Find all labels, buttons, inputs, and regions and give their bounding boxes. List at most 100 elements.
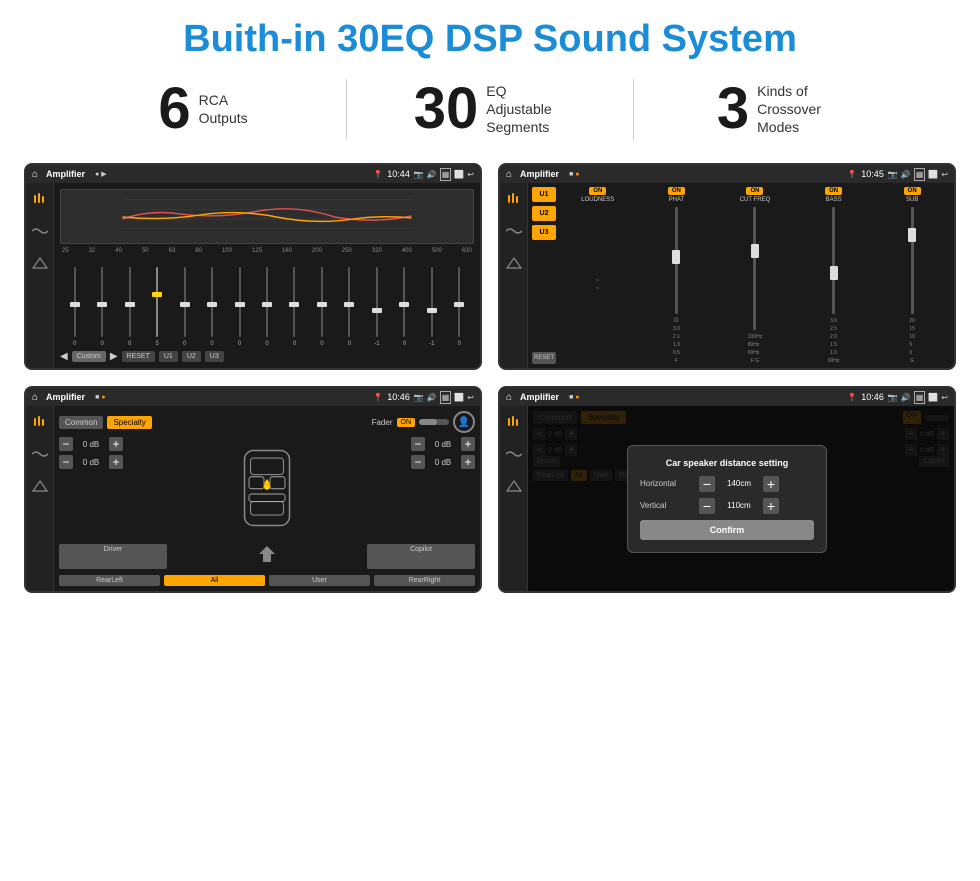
eq-slider-8[interactable]: 0 <box>254 267 279 347</box>
eq-slider-6[interactable]: 0 <box>199 267 224 347</box>
amp-screen-panel: ⌂ Amplifier ■ ● 📍 10:45 📷 🔊 ▦ ⬜ ↩ <box>498 163 956 370</box>
stat-rca-label: RCAOutputs <box>199 91 248 127</box>
cross-specialty-tab[interactable]: Specialty <box>107 416 151 429</box>
cross-home-icon: ⌂ <box>32 392 38 403</box>
stat-rca: 6 RCAOutputs <box>60 80 346 138</box>
cross-camera-icon: 📷 <box>414 393 424 402</box>
eq-next-btn[interactable]: ▶ <box>110 351 118 362</box>
eq-sidebar-icon-1[interactable] <box>30 189 50 209</box>
amp-bass-on[interactable]: ON <box>825 187 842 195</box>
eq-u3-btn[interactable]: U3 <box>205 351 224 362</box>
db-plus-3[interactable]: + <box>461 437 475 451</box>
dialog-sidebar-icon-3[interactable] <box>504 476 524 496</box>
cross-car-diagram <box>145 437 389 538</box>
dialog-sidebar-icon-1[interactable] <box>504 412 524 432</box>
home-icon: ⌂ <box>32 169 38 180</box>
stat-crossover-number: 3 <box>717 80 749 138</box>
cross-common-tab[interactable]: Common <box>59 416 103 429</box>
eq-slider-4[interactable]: 5 <box>144 267 169 347</box>
dialog-sidebar-icon-2[interactable] <box>504 444 524 464</box>
dialog-vertical-minus[interactable]: − <box>699 498 715 514</box>
eq-dots: ● ▶ <box>95 170 107 178</box>
amp-cutfreq-on[interactable]: ON <box>746 187 763 195</box>
eq-u1-btn[interactable]: U1 <box>159 351 178 362</box>
db-value-2: 0 dB <box>77 458 105 467</box>
dialog-time: 10:46 <box>861 392 884 402</box>
stats-row: 6 RCAOutputs 30 EQ AdjustableSegments 3 … <box>0 71 980 155</box>
cross-sidebar-icon-3[interactable] <box>30 476 50 496</box>
eq-slider-7[interactable]: 0 <box>227 267 252 347</box>
eq-slider-11[interactable]: 0 <box>337 267 362 347</box>
db-minus-4[interactable]: − <box>411 455 425 469</box>
cross-volume-icon: 🔊 <box>427 393 437 402</box>
amp-sidebar-icon-1[interactable] <box>504 189 524 209</box>
cross-right-controls: − 0 dB + − 0 dB + <box>395 437 475 538</box>
eq-frequency-labels: 2532405063 80100125160200 25032040050063… <box>60 248 474 254</box>
db-plus-1[interactable]: + <box>109 437 123 451</box>
dialog-screen-content: Common Specialty ON − 0 dB + − <box>500 406 954 591</box>
amp-screen-content: U1 U2 U3 RESET ON LOUDNESS ~ ~ <box>500 183 954 368</box>
eq-reset-btn[interactable]: RESET <box>122 351 155 362</box>
eq-sidebar-icon-3[interactable] <box>30 253 50 273</box>
db-plus-4[interactable]: + <box>461 455 475 469</box>
eq-slider-14[interactable]: -1 <box>419 267 444 347</box>
eq-prev-btn[interactable]: ◀ <box>60 351 68 362</box>
dialog-horizontal-value: 140cm <box>719 479 759 488</box>
cross-copilot-btn[interactable]: Copilot <box>367 544 475 569</box>
db-minus-3[interactable]: − <box>411 437 425 451</box>
dialog-horizontal-plus[interactable]: + <box>763 476 779 492</box>
amp-sidebar-icon-3[interactable] <box>504 253 524 273</box>
amp-bass-col: ON BASS 3.0 2.5 2.0 1.5 1.0 90Hz <box>796 187 872 364</box>
amp-dots: ■ ● <box>569 171 579 178</box>
cross-screen-content: Common Specialty Fader ON 👤 − 0 dB + <box>26 406 480 591</box>
amp-phat-on[interactable]: ON <box>668 187 685 195</box>
eq-slider-2[interactable]: 0 <box>89 267 114 347</box>
cross-rearright-btn[interactable]: RearRight <box>374 575 475 586</box>
amp-u1-preset[interactable]: U1 <box>532 187 556 202</box>
eq-slider-5[interactable]: 0 <box>172 267 197 347</box>
dialog-vertical-row: Vertical − 110cm + <box>640 498 814 514</box>
cross-rearleft-btn[interactable]: RearLeft <box>59 575 160 586</box>
eq-slider-1[interactable]: 0 <box>62 267 87 347</box>
eq-slider-3[interactable]: 0 <box>117 267 142 347</box>
amp-sub-label: SUB <box>906 197 918 203</box>
avatar-icon[interactable]: 👤 <box>453 411 475 433</box>
db-plus-2[interactable]: + <box>109 455 123 469</box>
amp-loudness-on[interactable]: ON <box>589 187 606 195</box>
dialog-horizontal-minus[interactable]: − <box>699 476 715 492</box>
cross-user-btn[interactable]: User <box>269 575 370 586</box>
amp-u3-preset[interactable]: U3 <box>532 225 556 240</box>
eq-screen-content: 2532405063 80100125160200 25032040050063… <box>26 183 480 368</box>
amp-grid-icon: ▦ <box>914 168 926 181</box>
eq-sidebar-icon-2[interactable] <box>30 221 50 241</box>
eq-slider-13[interactable]: 0 <box>392 267 417 347</box>
stat-eq-label: EQ AdjustableSegments <box>486 82 566 137</box>
cross-all-btn[interactable]: All <box>164 575 265 586</box>
eq-preset-custom[interactable]: Custom <box>72 351 106 362</box>
amp-location-icon: 📍 <box>847 170 857 179</box>
confirm-button[interactable]: Confirm <box>640 520 814 540</box>
db-minus-2[interactable]: − <box>59 455 73 469</box>
eq-slider-12[interactable]: -1 <box>364 267 389 347</box>
amp-sidebar-icon-2[interactable] <box>504 221 524 241</box>
fader-on-btn[interactable]: ON <box>397 418 416 427</box>
amp-loudness-label: LOUDNESS <box>581 197 614 203</box>
cross-driver-btn[interactable]: Driver <box>59 544 167 569</box>
eq-slider-10[interactable]: 0 <box>309 267 334 347</box>
amp-reset-btn[interactable]: RESET <box>532 352 556 364</box>
dialog-vertical-plus[interactable]: + <box>763 498 779 514</box>
amp-sub-on[interactable]: ON <box>904 187 921 195</box>
cross-time: 10:46 <box>387 392 410 402</box>
cross-sidebar <box>26 406 54 591</box>
eq-slider-9[interactable]: 0 <box>282 267 307 347</box>
eq-u2-btn[interactable]: U2 <box>182 351 201 362</box>
amp-bass-label: BASS <box>826 197 842 203</box>
fader-label: Fader <box>372 418 393 427</box>
cross-status-icons: 📷 🔊 ▦ ⬜ ↩ <box>414 391 474 404</box>
db-minus-1[interactable]: − <box>59 437 73 451</box>
amp-status-icons: 📷 🔊 ▦ ⬜ ↩ <box>888 168 948 181</box>
eq-slider-15[interactable]: 0 <box>447 267 472 347</box>
cross-sidebar-icon-1[interactable] <box>30 412 50 432</box>
cross-sidebar-icon-2[interactable] <box>30 444 50 464</box>
amp-u2-preset[interactable]: U2 <box>532 206 556 221</box>
